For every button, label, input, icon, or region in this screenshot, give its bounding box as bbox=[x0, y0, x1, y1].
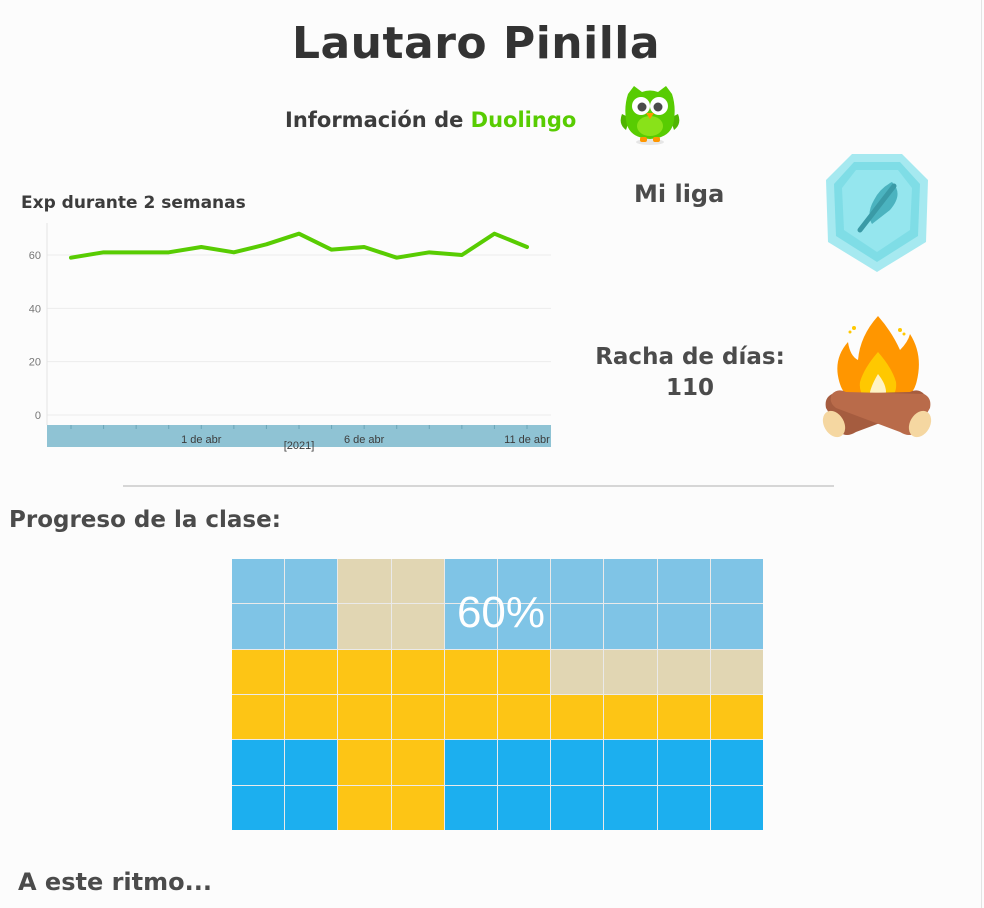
progress-title: Progreso de la clase: bbox=[9, 507, 281, 533]
waffle-cell bbox=[338, 785, 391, 830]
waffle-cell bbox=[232, 740, 285, 785]
waffle-cell bbox=[232, 649, 285, 694]
waffle-cell bbox=[710, 649, 763, 694]
waffle-cell bbox=[391, 694, 444, 740]
streak-campfire-icon bbox=[822, 316, 932, 438]
exp-data-point bbox=[199, 245, 203, 249]
waffle-cell bbox=[657, 694, 710, 740]
waffle-cell bbox=[391, 559, 444, 604]
exp-data-point bbox=[297, 232, 301, 236]
waffle-cell bbox=[657, 740, 710, 785]
waffle-cell bbox=[285, 785, 338, 830]
waffle-cell bbox=[657, 604, 710, 649]
waffle-cell bbox=[391, 785, 444, 830]
exp-line-chart: 0 20 40 60 1 de abr 6 de abr 11 de abr [2021] bbox=[29, 223, 551, 452]
waffle-cell bbox=[232, 694, 285, 740]
waffle-cell bbox=[338, 559, 391, 604]
waffle-cell bbox=[232, 604, 285, 649]
waffle-cell bbox=[232, 785, 285, 830]
waffle-cell bbox=[604, 785, 657, 830]
waffle-cell bbox=[710, 785, 763, 830]
duolingo-owl-icon bbox=[620, 86, 680, 145]
waffle-cell bbox=[285, 694, 338, 740]
waffle-cell bbox=[285, 559, 338, 604]
x-tick-label: 1 de abr bbox=[181, 434, 222, 446]
waffle-cell bbox=[657, 559, 710, 604]
exp-data-point bbox=[69, 256, 73, 260]
page-border bbox=[981, 0, 982, 908]
x-tick-label: 11 de abr bbox=[504, 434, 550, 446]
waffle-cell bbox=[604, 649, 657, 694]
chart-title: Exp durante 2 semanas bbox=[21, 193, 246, 213]
waffle-cell bbox=[710, 740, 763, 785]
waffle-cell bbox=[604, 559, 657, 604]
waffle-cell bbox=[444, 740, 497, 785]
y-tick-label: 60 bbox=[29, 250, 41, 262]
waffle-cell bbox=[338, 604, 391, 649]
waffle-cell bbox=[391, 649, 444, 694]
waffle-cell bbox=[710, 559, 763, 604]
league-diamond-badge-icon bbox=[826, 154, 928, 272]
waffle-cell bbox=[551, 740, 604, 785]
waffle-cell bbox=[391, 604, 444, 649]
exp-data-point bbox=[492, 232, 496, 236]
exp-data-point bbox=[264, 242, 268, 246]
subtitle-prefix: Información de bbox=[285, 108, 464, 132]
y-tick-label: 40 bbox=[29, 303, 41, 315]
x-tick-label: 6 de abr bbox=[344, 434, 385, 446]
progress-percent: 60% bbox=[456, 588, 546, 637]
section-divider bbox=[123, 485, 834, 487]
streak-value: 110 bbox=[665, 375, 714, 401]
waffle-cell bbox=[710, 604, 763, 649]
streak-info: Racha de días: 110 bbox=[594, 342, 786, 404]
waffle-cell bbox=[232, 559, 285, 604]
exp-data-point bbox=[167, 250, 171, 254]
exp-data-point bbox=[362, 245, 366, 249]
waffle-cell bbox=[338, 649, 391, 694]
y-tick-label: 0 bbox=[35, 410, 41, 422]
exp-data-point bbox=[460, 253, 464, 257]
waffle-cell bbox=[604, 604, 657, 649]
x-year-label: [2021] bbox=[284, 440, 315, 452]
waffle-cell bbox=[285, 604, 338, 649]
waffle-cell bbox=[498, 740, 551, 785]
waffle-cell bbox=[551, 785, 604, 830]
exp-data-point bbox=[102, 250, 106, 254]
exp-data-point bbox=[330, 248, 334, 252]
page-title: Lautaro Pinilla bbox=[291, 18, 661, 69]
waffle-cell bbox=[710, 694, 763, 740]
waffle-cell bbox=[657, 649, 710, 694]
y-tick-label: 20 bbox=[29, 357, 41, 369]
exp-data-point bbox=[134, 250, 138, 254]
exp-data-point bbox=[232, 250, 236, 254]
exp-data-point bbox=[427, 250, 431, 254]
waffle-cell bbox=[498, 694, 551, 740]
waffle-cell bbox=[551, 649, 604, 694]
waffle-cell bbox=[285, 740, 338, 785]
waffle-cell bbox=[657, 785, 710, 830]
pace-heading: A este ritmo... bbox=[18, 868, 212, 896]
waffle-cell bbox=[604, 740, 657, 785]
waffle-cell bbox=[444, 694, 497, 740]
waffle-cell bbox=[391, 740, 444, 785]
subtitle: Información de Duolingo bbox=[285, 108, 576, 132]
waffle-cell bbox=[444, 785, 497, 830]
exp-series-line bbox=[69, 231, 529, 260]
subtitle-brand: Duolingo bbox=[470, 108, 577, 132]
waffle-cell bbox=[498, 649, 551, 694]
waffle-cell bbox=[285, 649, 338, 694]
waffle-cell bbox=[551, 694, 604, 740]
exp-data-point bbox=[525, 245, 529, 249]
waffle-cell bbox=[444, 649, 497, 694]
waffle-cell bbox=[338, 740, 391, 785]
streak-label: Racha de días: bbox=[595, 344, 785, 370]
waffle-cell bbox=[338, 694, 391, 740]
league-label: Mi liga bbox=[634, 180, 725, 208]
waffle-cell bbox=[604, 694, 657, 740]
waffle-cell bbox=[498, 785, 551, 830]
exp-data-point bbox=[395, 256, 399, 260]
